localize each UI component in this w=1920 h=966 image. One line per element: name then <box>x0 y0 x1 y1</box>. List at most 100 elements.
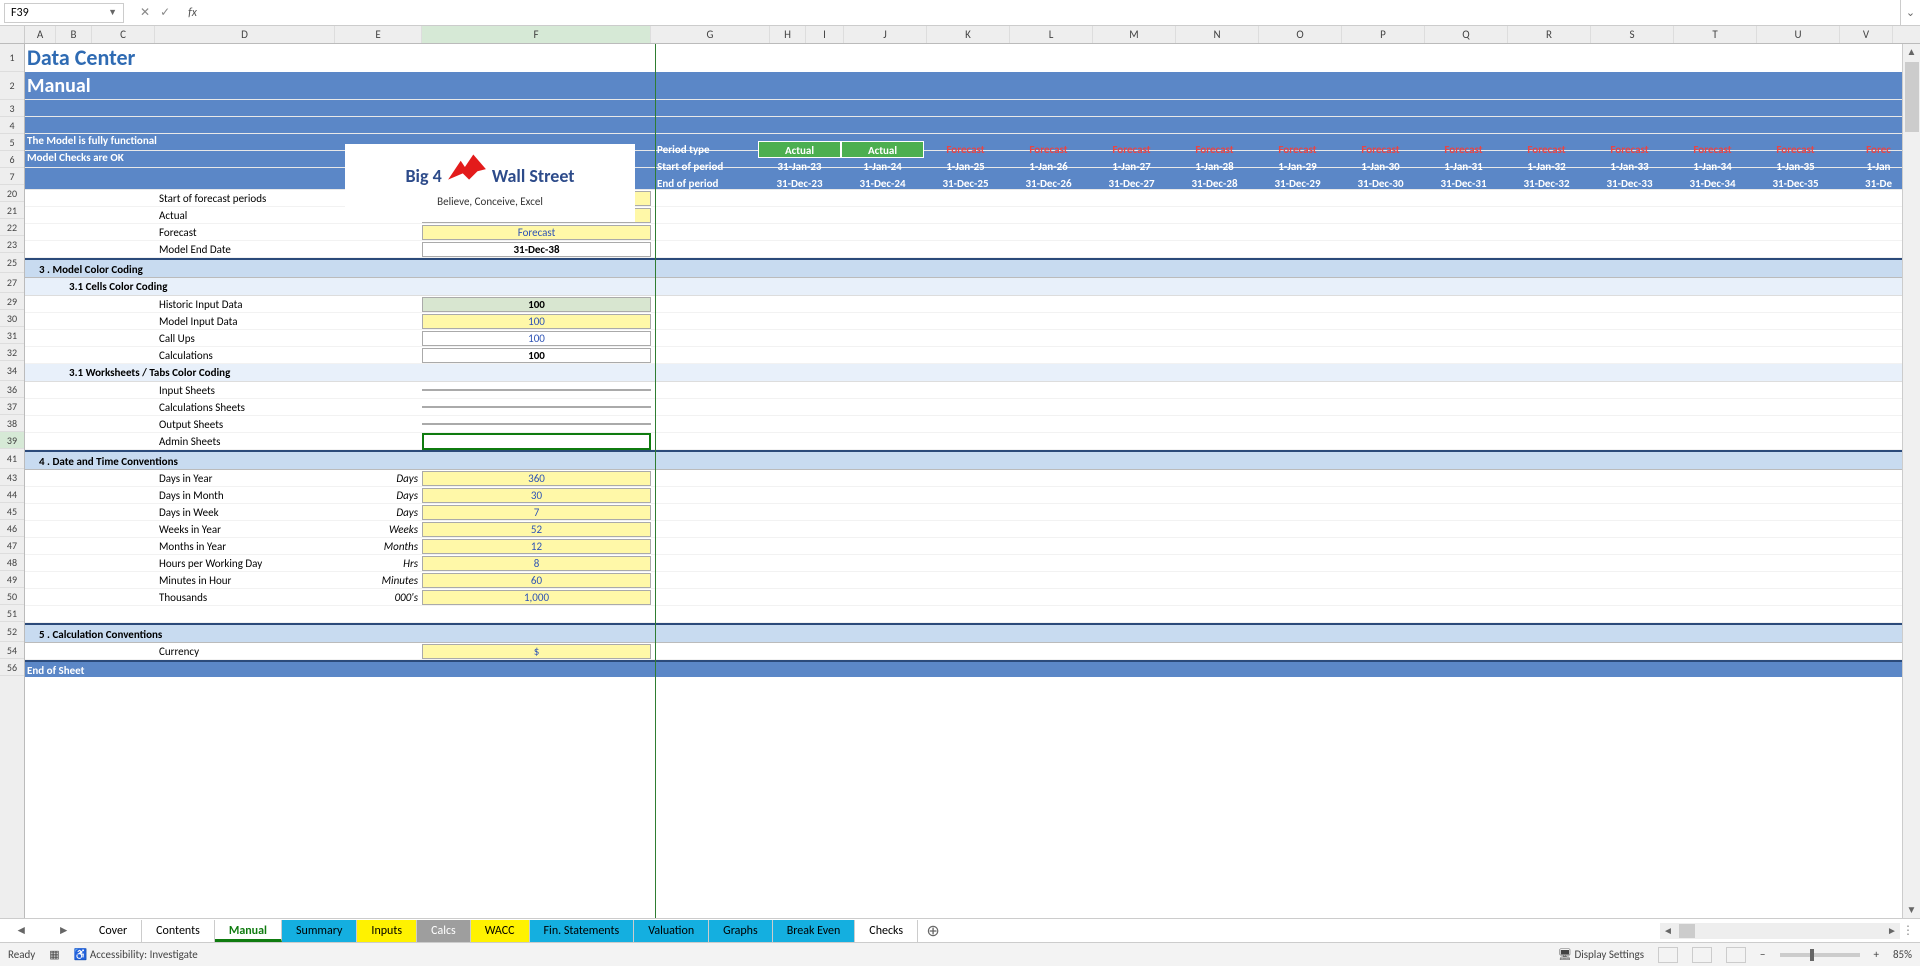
selected-cell-f39[interactable] <box>422 433 651 450</box>
tab-break-even[interactable]: Break Even <box>773 920 856 942</box>
tab-graphs[interactable]: Graphs <box>709 920 773 942</box>
row-38[interactable]: 38 <box>0 415 24 432</box>
row-21[interactable]: 21 <box>0 202 24 219</box>
macro-icon[interactable]: ▦ <box>49 948 59 961</box>
col-P[interactable]: P <box>1342 26 1425 43</box>
row-36[interactable]: 36 <box>0 381 24 398</box>
row-31[interactable]: 31 <box>0 327 24 344</box>
tab-cover[interactable]: Cover <box>85 920 142 942</box>
row-30[interactable]: 30 <box>0 310 24 327</box>
val-calcs[interactable]: 100 <box>422 348 651 363</box>
tab-checks[interactable]: Checks <box>855 920 918 942</box>
tab-wacc[interactable]: WACC <box>471 920 530 942</box>
col-G[interactable]: G <box>651 26 770 43</box>
row-50[interactable]: 50 <box>0 588 24 605</box>
col-F[interactable]: F <box>422 26 651 43</box>
hscroll-left-icon[interactable]: ◄ <box>1660 924 1676 937</box>
row-32[interactable]: 32 <box>0 344 24 361</box>
row-54[interactable]: 54 <box>0 642 24 659</box>
row-48[interactable]: 48 <box>0 554 24 571</box>
row-43[interactable]: 43 <box>0 469 24 486</box>
col-J[interactable]: J <box>844 26 927 43</box>
row-1[interactable]: 1 <box>0 44 24 72</box>
col-M[interactable]: M <box>1093 26 1176 43</box>
val-input-sheets[interactable] <box>422 389 651 391</box>
row-6[interactable]: 6 <box>0 151 24 168</box>
col-R[interactable]: R <box>1508 26 1591 43</box>
col-H[interactable]: H <box>770 26 806 43</box>
row-37[interactable]: 37 <box>0 398 24 415</box>
col-L[interactable]: L <box>1010 26 1093 43</box>
row-51[interactable]: 51 <box>0 605 24 622</box>
val-hours-day[interactable]: 8 <box>422 556 651 571</box>
zoom-slider[interactable] <box>1780 953 1860 957</box>
row-44[interactable]: 44 <box>0 486 24 503</box>
row-52[interactable]: 52 <box>0 622 24 642</box>
accessibility-status[interactable]: ♿ Accessibility: Investigate <box>74 948 198 961</box>
row-45[interactable]: 45 <box>0 503 24 520</box>
val-model-input[interactable]: 100 <box>422 314 651 329</box>
col-S[interactable]: S <box>1591 26 1674 43</box>
display-settings[interactable]: 🖥 Display Settings <box>1558 948 1644 961</box>
zoom-level[interactable]: 85% <box>1893 948 1912 961</box>
tab-calcs[interactable]: Calcs <box>417 920 471 942</box>
val-min-hour[interactable]: 60 <box>422 573 651 588</box>
row-22[interactable]: 22 <box>0 219 24 236</box>
tab-contents[interactable]: Contents <box>142 920 215 942</box>
cells[interactable]: Data Center Manual The Model is fully fu… <box>25 44 1920 924</box>
scroll-thumb[interactable] <box>1905 62 1919 132</box>
row-29[interactable]: 29 <box>0 293 24 310</box>
val-forecast[interactable]: Forecast <box>422 225 651 240</box>
row-5[interactable]: 5 <box>0 134 24 151</box>
val-currency[interactable]: $ <box>422 644 651 659</box>
view-break-icon[interactable] <box>1726 947 1746 963</box>
cancel-icon[interactable]: ✕ <box>140 5 150 20</box>
row-20[interactable]: 20 <box>0 185 24 202</box>
hscroll-thumb[interactable] <box>1679 924 1695 938</box>
col-D[interactable]: D <box>155 26 335 43</box>
col-Q[interactable]: Q <box>1425 26 1508 43</box>
val-months-year[interactable]: 12 <box>422 539 651 554</box>
col-V[interactable]: V <box>1840 26 1893 43</box>
col-B[interactable]: B <box>56 26 92 43</box>
tab-resize-dots[interactable]: ⋮ <box>1902 923 1914 938</box>
add-sheet-icon[interactable]: ⊕ <box>918 921 948 941</box>
tab-nav-arrows[interactable]: ◄ ► <box>0 923 85 938</box>
row-41[interactable]: 41 <box>0 449 24 469</box>
val-thousands[interactable]: 1,000 <box>422 590 651 605</box>
formula-input[interactable] <box>203 3 1900 23</box>
col-T[interactable]: T <box>1674 26 1757 43</box>
tab-prev-icon[interactable]: ◄ <box>15 923 27 938</box>
row-27[interactable]: 27 <box>0 273 24 293</box>
name-box[interactable]: F39 ▼ <box>4 3 124 23</box>
tab-summary[interactable]: Summary <box>282 920 357 942</box>
val-weeks-year[interactable]: 52 <box>422 522 651 537</box>
tab-valuation[interactable]: Valuation <box>634 920 709 942</box>
row-34[interactable]: 34 <box>0 361 24 381</box>
row-56[interactable]: 56 <box>0 659 24 676</box>
row-7[interactable]: 7 <box>0 168 24 185</box>
row-4[interactable]: 4 <box>0 117 24 134</box>
val-days-week[interactable]: 7 <box>422 505 651 520</box>
scroll-up-icon[interactable]: ▲ <box>1903 44 1920 60</box>
col-E[interactable]: E <box>335 26 422 43</box>
val-historic[interactable]: 100 <box>422 297 651 312</box>
expand-formula-icon[interactable]: ⌄ <box>1900 0 1920 26</box>
tab-manual[interactable]: Manual <box>215 920 282 942</box>
col-U[interactable]: U <box>1757 26 1840 43</box>
col-O[interactable]: O <box>1259 26 1342 43</box>
col-I[interactable]: I <box>806 26 844 43</box>
tab-inputs[interactable]: Inputs <box>357 920 417 942</box>
col-K[interactable]: K <box>927 26 1010 43</box>
col-N[interactable]: N <box>1176 26 1259 43</box>
tab-next-icon[interactable]: ► <box>58 923 70 938</box>
fx-icon[interactable]: fx <box>182 6 203 20</box>
zoom-out-icon[interactable]: − <box>1760 948 1765 961</box>
val-days-month[interactable]: 30 <box>422 488 651 503</box>
row-46[interactable]: 46 <box>0 520 24 537</box>
row-25[interactable]: 25 <box>0 253 24 273</box>
view-layout-icon[interactable] <box>1692 947 1712 963</box>
val-callups[interactable]: 100 <box>422 331 651 346</box>
horizontal-scrollbar[interactable]: ◄ ► <box>1660 923 1900 939</box>
select-all-corner[interactable] <box>0 26 25 43</box>
